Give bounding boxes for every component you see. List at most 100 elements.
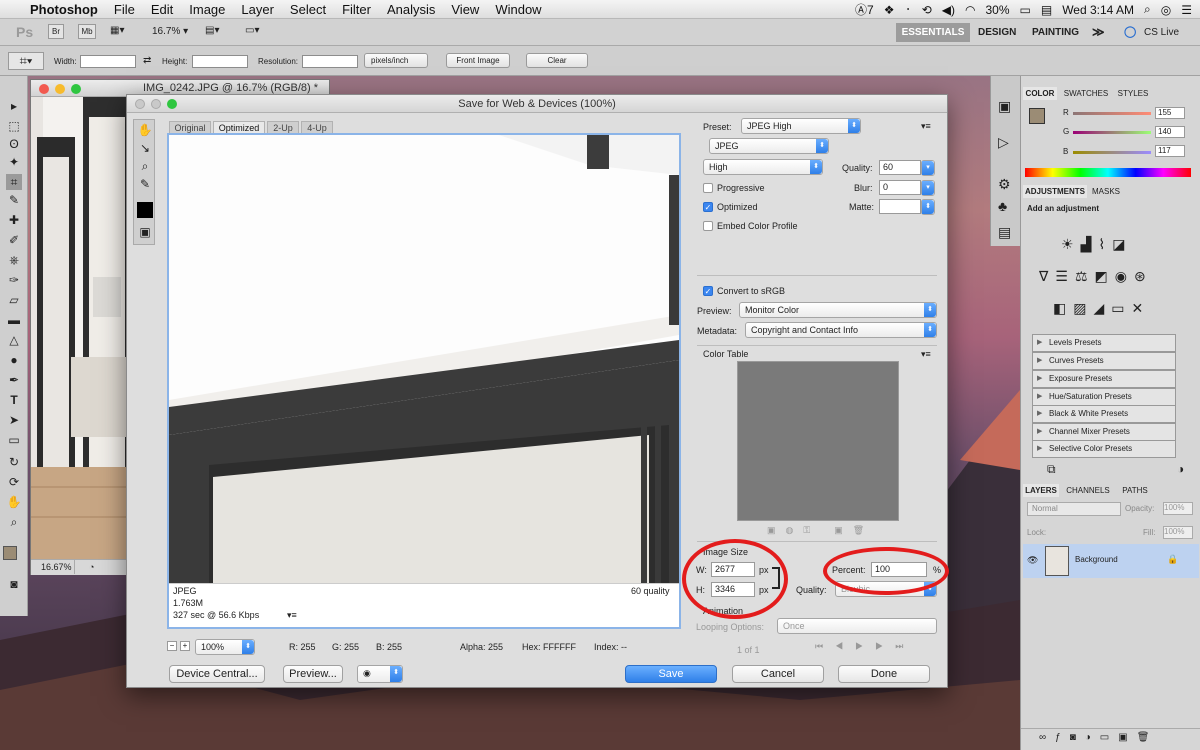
preview-in-browser-button[interactable]: Preview...: [283, 665, 343, 683]
type-tool-icon[interactable]: T: [6, 392, 22, 408]
menu-window[interactable]: Window: [495, 2, 541, 17]
menu-filter[interactable]: Filter: [342, 2, 371, 17]
channel-mixer-icon[interactable]: ⊛: [1134, 268, 1153, 284]
optimized-preview-pane[interactable]: JPEG 1.763M 327 sec @ 56.6 Kbps ▾≡ 60 qu…: [167, 133, 681, 629]
battery-text[interactable]: 30%: [985, 3, 1009, 17]
tab-adjustments[interactable]: ADJUSTMENTS: [1023, 185, 1087, 198]
eraser-tool-icon[interactable]: ▱: [6, 292, 22, 308]
tab-channels[interactable]: CHANNELS: [1063, 484, 1113, 497]
photo-filter-icon[interactable]: ◉: [1115, 268, 1134, 284]
cs-live-icon[interactable]: ◯: [1124, 25, 1136, 38]
width-input[interactable]: [80, 55, 136, 68]
mini-bridge-button[interactable]: Mb: [78, 24, 96, 39]
device-central-button[interactable]: Device Central...: [169, 665, 265, 683]
new-color-icon[interactable]: ▣: [834, 525, 853, 535]
looping-select[interactable]: Once: [777, 618, 937, 634]
zoom-in-icon[interactable]: +: [180, 641, 190, 651]
vibrance-icon[interactable]: ∇: [1039, 268, 1055, 284]
embed-profile-checkbox[interactable]: [703, 221, 713, 231]
zoom-out-icon[interactable]: −: [167, 641, 177, 651]
dialog-zoom-tool-icon[interactable]: ⌕: [137, 158, 153, 174]
workspace-essentials[interactable]: ESSENTIALS: [896, 23, 970, 42]
optimized-checkbox[interactable]: ✓: [703, 202, 713, 212]
save-button[interactable]: Save: [625, 665, 717, 683]
preset-levels[interactable]: Levels Presets: [1032, 334, 1176, 352]
marquee-tool-icon[interactable]: ⬚: [6, 118, 22, 134]
optimize-menu-icon[interactable]: ▾≡: [921, 121, 931, 132]
first-frame-icon[interactable]: ⏮: [815, 641, 835, 651]
format-select[interactable]: JPEG ⬍: [709, 138, 829, 154]
zoom-icon[interactable]: [71, 84, 81, 94]
play-icon[interactable]: ▶: [855, 641, 875, 651]
new-adjustment-icon[interactable]: ◑: [1085, 732, 1100, 743]
cancel-button[interactable]: Cancel: [732, 665, 824, 683]
fill-input[interactable]: 100%: [1163, 526, 1193, 539]
blur-tool-icon[interactable]: △: [6, 332, 22, 348]
healing-brush-tool-icon[interactable]: ✚: [6, 212, 22, 228]
black-white-icon[interactable]: ◩: [1095, 268, 1115, 284]
dialog-eyedropper-icon[interactable]: ✎: [137, 176, 153, 192]
r-value[interactable]: 155: [1155, 107, 1185, 119]
color-balance-icon[interactable]: ⚖: [1075, 268, 1095, 284]
quality-input[interactable]: 60: [879, 160, 921, 175]
browser-select[interactable]: ◉ ⬍: [357, 665, 403, 683]
g-slider[interactable]: [1073, 131, 1151, 134]
preset-selective-color[interactable]: Selective Color Presets: [1032, 440, 1176, 458]
r-slider[interactable]: [1073, 112, 1151, 115]
menu-app-name[interactable]: Photoshop: [30, 2, 98, 17]
brushes-panel-icon[interactable]: ♣: [998, 198, 1007, 214]
crop-tool-icon[interactable]: ⌗: [6, 174, 22, 190]
tab-optimized[interactable]: Optimized: [213, 121, 265, 133]
tab-4up[interactable]: 4-Up: [301, 121, 333, 133]
view-extras-icon[interactable]: ▦▾: [110, 25, 124, 36]
new-group-icon[interactable]: ▭: [1100, 732, 1118, 743]
volume-icon[interactable]: ◀): [942, 3, 955, 17]
status-menu-icon[interactable]: ◔: [89, 560, 94, 575]
curves-icon[interactable]: ⌇: [1098, 236, 1112, 252]
dialog-slice-select-icon[interactable]: ↘: [137, 140, 153, 156]
dialog-zoom-icon[interactable]: [167, 99, 177, 109]
more-workspaces-icon[interactable]: ≫: [1092, 25, 1105, 39]
foreground-color-swatch[interactable]: [3, 546, 17, 560]
menu-select[interactable]: Select: [290, 2, 326, 17]
metadata-select[interactable]: Copyright and Contact Info ⬍: [745, 322, 937, 338]
history-panel-icon[interactable]: ▣: [998, 98, 1011, 115]
clone-source-icon[interactable]: ▤: [998, 224, 1011, 241]
invert-icon[interactable]: ◧: [1053, 300, 1073, 316]
color-panel-fg-swatch[interactable]: [1029, 108, 1045, 124]
bluetooth-icon[interactable]: ᛫: [904, 3, 911, 17]
preset-black-white[interactable]: Black & White Presets: [1032, 405, 1176, 423]
fx-icon[interactable]: ƒ: [1055, 732, 1070, 743]
bridge-button[interactable]: Br: [48, 24, 64, 39]
last-frame-icon[interactable]: ⏭: [895, 641, 915, 651]
threshold-icon[interactable]: ◢: [1093, 300, 1111, 316]
delete-color-icon[interactable]: 🗑: [853, 525, 874, 535]
menu-analysis[interactable]: Analysis: [387, 2, 435, 17]
adjustment-clip-icon[interactable]: ◑: [1177, 462, 1184, 476]
blur-input[interactable]: 0: [879, 180, 921, 195]
preview-select[interactable]: Monitor Color ⬍: [739, 302, 937, 318]
tab-styles[interactable]: STYLES: [1113, 87, 1153, 100]
layer-row-background[interactable]: 👁 Background 🔒: [1023, 544, 1199, 578]
delete-layer-icon[interactable]: 🗑: [1137, 732, 1159, 743]
blend-mode-select[interactable]: Normal: [1027, 502, 1121, 516]
menu-edit[interactable]: Edit: [151, 2, 173, 17]
tab-color[interactable]: COLOR: [1023, 87, 1057, 100]
color-ramp[interactable]: [1025, 168, 1191, 177]
menu-layer[interactable]: Layer: [241, 2, 274, 17]
gradient-tool-icon[interactable]: ▬: [6, 312, 22, 328]
spotlight-icon[interactable]: ⌕: [1144, 2, 1151, 17]
swap-icon[interactable]: ⇄: [143, 55, 151, 66]
path-selection-tool-icon[interactable]: ➤: [6, 412, 22, 428]
quality-slider-button[interactable]: ▾: [921, 160, 935, 176]
tool-presets-icon[interactable]: ⚙: [998, 176, 1011, 193]
dialog-toggle-slices-icon[interactable]: ▣: [137, 224, 153, 240]
flag-icon[interactable]: ▤: [1041, 3, 1052, 17]
battery-icon[interactable]: ▭: [1020, 3, 1031, 17]
clock[interactable]: Wed 3:14 AM: [1062, 3, 1134, 17]
height-input[interactable]: [192, 55, 248, 68]
convert-srgb-checkbox[interactable]: ✓: [703, 286, 713, 296]
preset-channel-mixer[interactable]: Channel Mixer Presets: [1032, 423, 1176, 441]
hand-tool-icon[interactable]: ✋: [6, 494, 22, 510]
eyedropper-tool-icon[interactable]: ✎: [6, 192, 22, 208]
